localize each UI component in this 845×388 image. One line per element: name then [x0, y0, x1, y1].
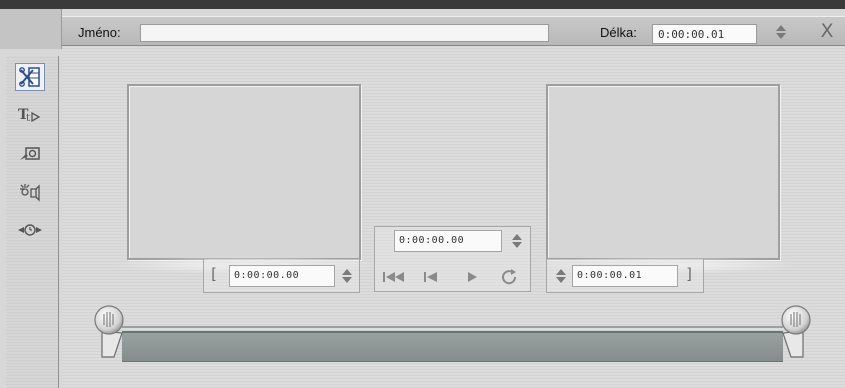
spin-down-icon[interactable]: [776, 33, 786, 39]
spin-down-icon[interactable]: [342, 277, 352, 283]
speed-icon: [18, 224, 42, 236]
tool-sidebar: T t: [6, 56, 59, 388]
clip-name-input[interactable]: [140, 24, 549, 42]
spin-up-icon[interactable]: [512, 234, 522, 240]
spin-down-icon[interactable]: [512, 242, 522, 248]
window-top-strip: [0, 0, 845, 9]
spin-up-icon[interactable]: [776, 25, 786, 31]
step-back-icon: [424, 272, 437, 282]
close-button[interactable]: X: [814, 19, 840, 43]
trim-scrubber-track[interactable]: [122, 331, 783, 362]
clip-header-bar: Jméno: Délka: 0:00:00.01 X: [62, 16, 845, 46]
go-to-start-icon: [383, 272, 404, 282]
slider-handle-icon: [94, 305, 124, 358]
go-to-start-button[interactable]: [381, 268, 407, 286]
name-label: Jméno:: [78, 25, 121, 40]
video-trim-tool[interactable]: [15, 63, 45, 91]
out-point-preview: [546, 84, 780, 260]
in-timecode-input[interactable]: 0:00:00.00: [229, 265, 335, 287]
effects-tool[interactable]: [15, 178, 45, 206]
current-timecode-spinner[interactable]: [508, 230, 526, 252]
effects-icon: [20, 184, 40, 202]
svg-text:t: t: [26, 113, 30, 124]
out-timecode-spinner[interactable]: [552, 265, 570, 287]
speed-tool[interactable]: [15, 216, 45, 244]
in-point-preview: [127, 84, 361, 260]
out-bracket-button[interactable]: ]: [685, 265, 694, 283]
title-icon: T t: [18, 107, 41, 124]
spin-up-icon[interactable]: [556, 269, 566, 275]
loop-button[interactable]: [498, 268, 522, 286]
title-tool[interactable]: T t: [15, 101, 45, 129]
spin-down-icon[interactable]: [556, 277, 566, 283]
play-button[interactable]: [462, 268, 482, 286]
step-back-button[interactable]: [421, 268, 441, 286]
camera-icon: [20, 147, 40, 160]
out-point-slider-handle[interactable]: [777, 303, 813, 366]
out-timecode-input[interactable]: 0:00:00.01: [572, 265, 678, 287]
in-bracket-button[interactable]: [: [209, 265, 218, 283]
video-trim-icon: [19, 67, 40, 87]
camera-tool[interactable]: [15, 140, 45, 168]
in-timecode-spinner[interactable]: [338, 265, 356, 287]
length-spinner[interactable]: [772, 21, 790, 43]
length-label: Délka:: [600, 25, 637, 40]
length-input[interactable]: 0:00:00.01: [652, 24, 757, 44]
scrubber-top-line: [122, 326, 783, 328]
in-point-slider-handle[interactable]: [92, 303, 128, 366]
loop-icon: [502, 269, 517, 285]
play-icon: [468, 272, 477, 282]
current-timecode-input[interactable]: 0:00:00.00: [394, 230, 502, 252]
slider-handle-icon: [781, 305, 811, 358]
corner-panel: [0, 9, 62, 49]
spin-up-icon[interactable]: [342, 269, 352, 275]
